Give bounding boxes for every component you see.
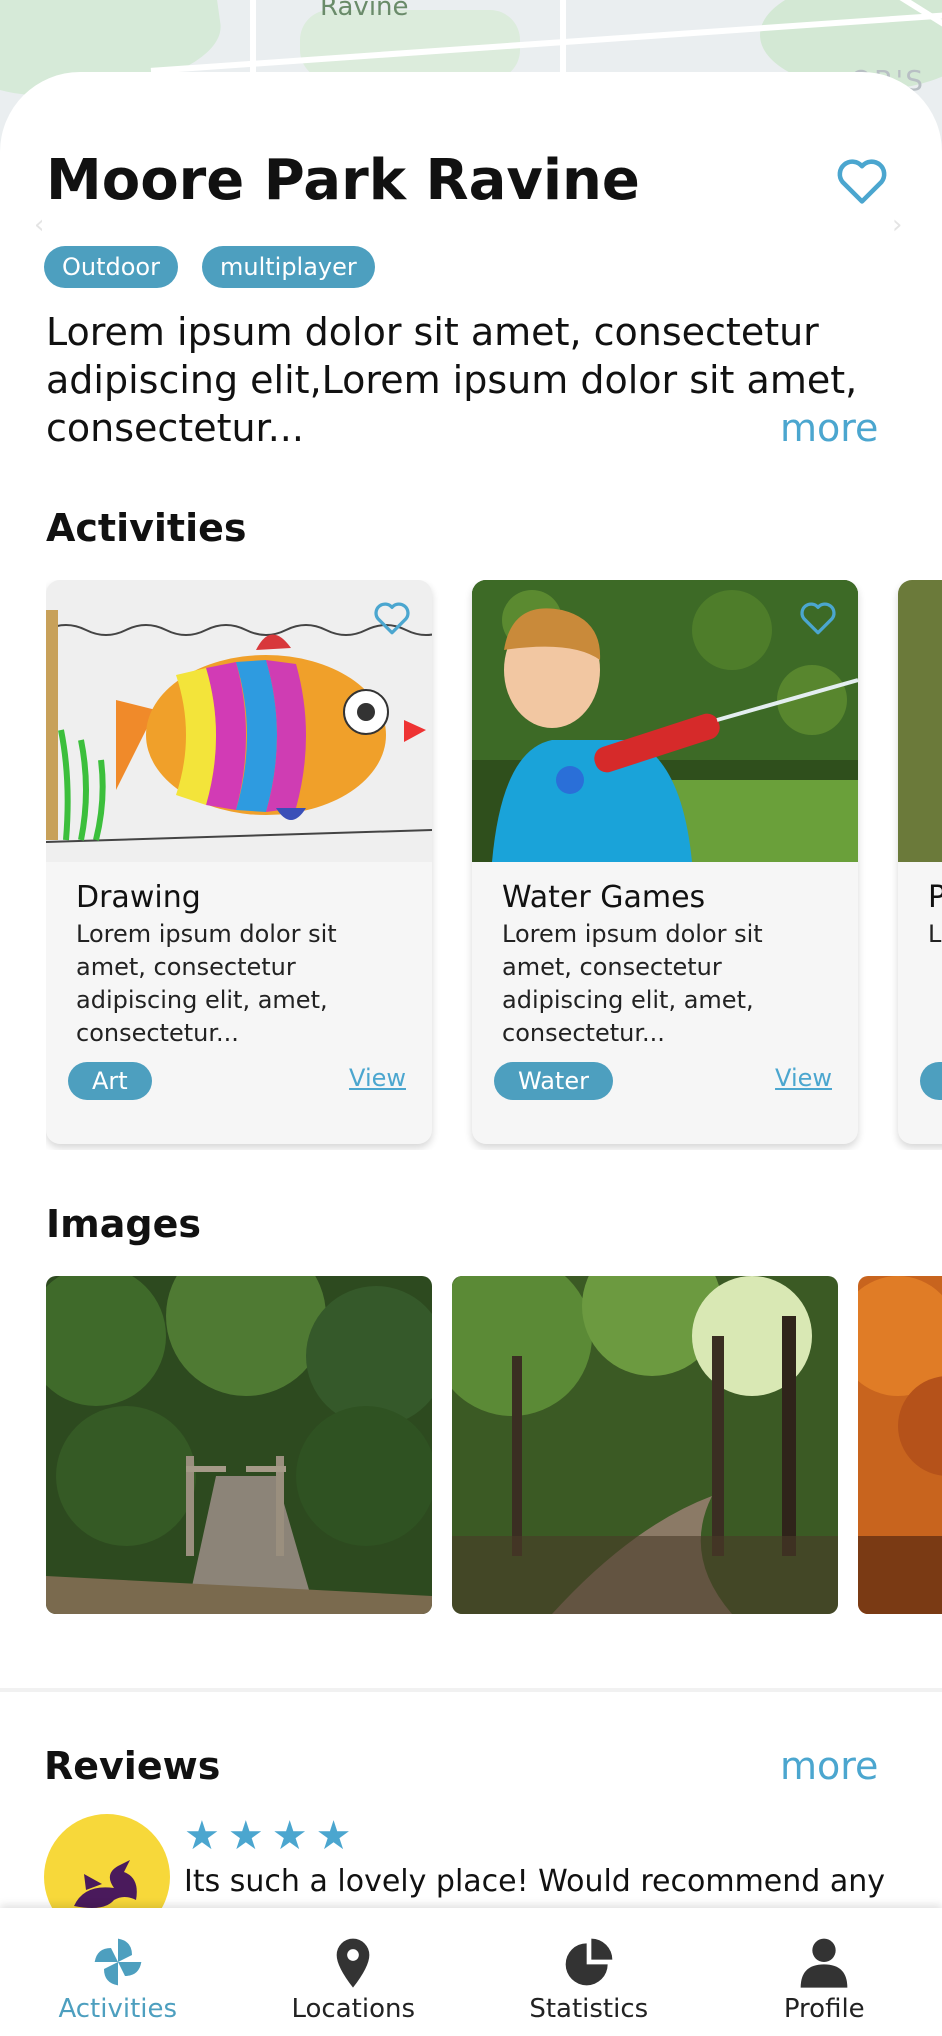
place-tags: Outdoor multiplayer	[44, 246, 375, 288]
gallery-image[interactable]	[452, 1276, 838, 1614]
nav-activities[interactable]: Activities	[0, 1908, 236, 2036]
activity-tag[interactable]: Art	[68, 1062, 152, 1100]
tag-chip[interactable]: multiplayer	[201, 246, 375, 288]
star-icon: ★	[271, 1813, 308, 1859]
pie-chart-icon	[565, 1938, 613, 1986]
activity-name: Drawing	[76, 880, 201, 915]
nav-profile-label: Profile	[783, 1994, 865, 2024]
heart-outline-icon[interactable]	[372, 600, 412, 636]
reviews-more-link[interactable]: more	[780, 1744, 878, 1788]
activity-card[interactable]: P L a a c	[898, 580, 942, 1144]
star-icon: ★	[227, 1813, 264, 1859]
carousel-next-icon[interactable]: ›	[892, 210, 902, 240]
gallery-image[interactable]	[858, 1276, 942, 1614]
activities-carousel[interactable]: Drawing Lorem ipsum dolor sit amet, cons…	[46, 580, 942, 1150]
person-icon	[800, 1938, 848, 1988]
review-rating: ★ ★ ★ ★	[184, 1816, 351, 1856]
nav-locations-label: Locations	[291, 1994, 415, 2024]
pinwheel-icon	[94, 1938, 142, 1986]
gallery-image[interactable]	[46, 1276, 432, 1614]
activity-name: P	[928, 880, 942, 915]
activity-tag[interactable]: Water	[494, 1062, 613, 1100]
activity-tag[interactable]	[920, 1062, 942, 1100]
carousel-prev-icon[interactable]: ‹	[34, 210, 44, 240]
bottom-navigation: Activities Locations Statistics Profile	[0, 1908, 942, 2036]
description-more-link[interactable]: more	[780, 406, 878, 450]
heart-outline-icon[interactable]	[834, 156, 890, 206]
images-heading: Images	[46, 1202, 201, 1246]
map-pin-icon	[336, 1938, 370, 1988]
nav-locations[interactable]: Locations	[236, 1908, 472, 2036]
section-divider	[0, 1688, 942, 1692]
activity-description: L a a c	[928, 920, 942, 948]
place-title: Moore Park Ravine	[46, 148, 640, 213]
reviews-heading: Reviews	[44, 1744, 221, 1788]
activity-description: Lorem ipsum dolor sit amet, consectetur …	[76, 920, 337, 1047]
star-icon: ★	[315, 1813, 352, 1859]
view-link[interactable]: View	[349, 1064, 406, 1092]
nav-activities-label: Activities	[58, 1994, 178, 2024]
drawing-image	[46, 580, 432, 862]
review-text: Its such a lovely place! Would recommend…	[184, 1864, 886, 1899]
star-icon: ★	[184, 1813, 220, 1859]
place-description: Lorem ipsum dolor sit amet, consectetur …	[46, 310, 858, 450]
map-area-label: Ravine	[320, 0, 409, 22]
activity-name: Water Games	[502, 880, 706, 915]
nav-statistics[interactable]: Statistics	[471, 1908, 707, 2036]
activities-heading: Activities	[46, 506, 247, 550]
images-carousel[interactable]	[46, 1276, 942, 1616]
nav-profile[interactable]: Profile	[707, 1908, 942, 2036]
view-link[interactable]: View	[775, 1064, 832, 1092]
water-games-image	[472, 580, 858, 862]
nav-statistics-label: Statistics	[529, 1994, 649, 2024]
heart-outline-icon[interactable]	[798, 600, 838, 636]
activity-card[interactable]: Drawing Lorem ipsum dolor sit amet, cons…	[46, 580, 432, 1144]
activity-description: Lorem ipsum dolor sit amet, consectetur …	[502, 920, 763, 1047]
tag-chip[interactable]: Outdoor	[44, 246, 178, 288]
activity-image	[898, 580, 942, 862]
activity-card[interactable]: Water Games Lorem ipsum dolor sit amet, …	[472, 580, 858, 1144]
